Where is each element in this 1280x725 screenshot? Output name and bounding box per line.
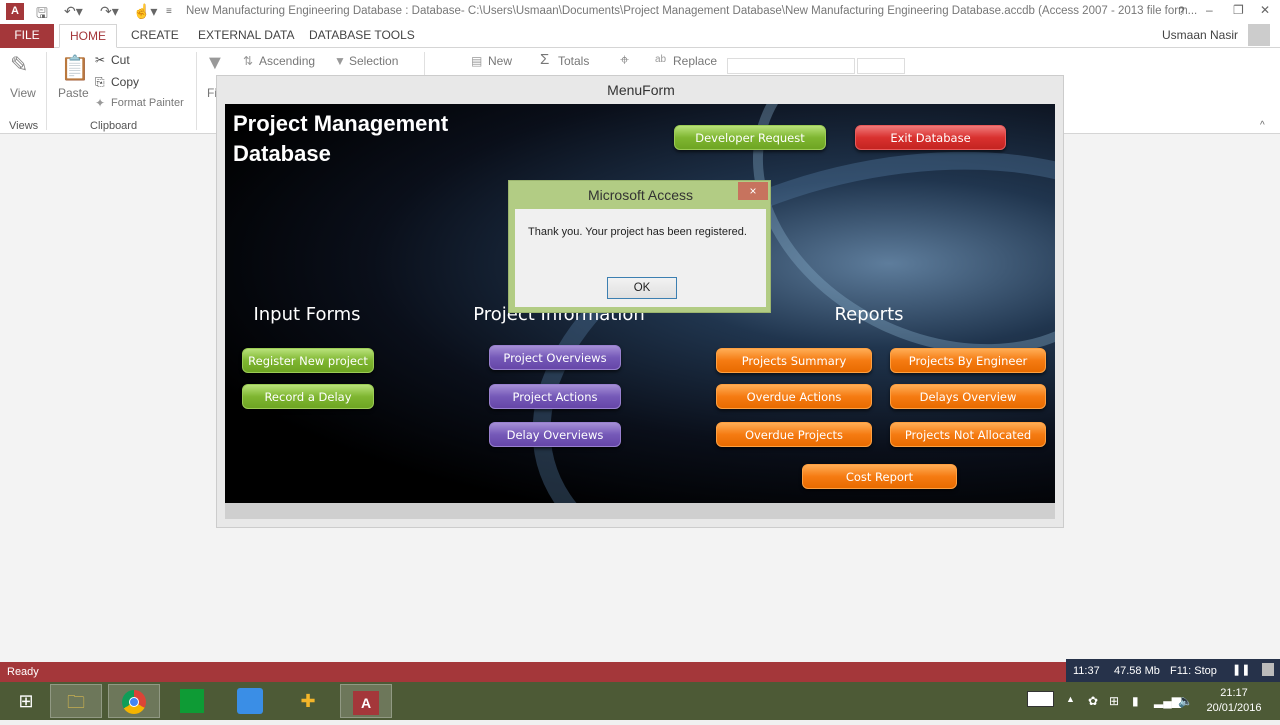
view-icon: ✎ [10, 52, 29, 77]
undo-icon[interactable]: ↶▾ [64, 3, 83, 20]
paste-icon: 📋 [60, 55, 90, 82]
stop-recording-button[interactable]: F11: Stop [1170, 665, 1217, 677]
recording-time: 11:37 [1073, 665, 1100, 677]
pause-icon[interactable]: ❚❚ [1232, 663, 1250, 676]
clock-time: 21:17 [1220, 687, 1248, 699]
volume-icon[interactable]: 🔈 [1178, 694, 1193, 708]
tab-external-data[interactable]: EXTERNAL DATA [188, 24, 304, 48]
access-taskbar-icon[interactable]: A [340, 684, 392, 718]
font-size-select[interactable] [857, 58, 905, 74]
paste-button[interactable]: Paste [58, 86, 89, 100]
collapse-ribbon-icon[interactable]: ^ [1260, 120, 1265, 131]
projects-by-engineer-button[interactable]: Projects By Engineer [890, 348, 1046, 373]
redo-icon[interactable]: ↷▾ [100, 3, 119, 20]
battery-icon[interactable]: ▮ [1132, 694, 1139, 708]
view-button[interactable]: View [10, 86, 36, 100]
file-explorer-icon[interactable]: 🗀 [50, 684, 102, 718]
tab-create[interactable]: CREATE [121, 24, 189, 48]
replace-button[interactable]: Replace [673, 54, 717, 68]
form-footer [225, 503, 1055, 519]
show-hidden-icons[interactable]: ▲ [1066, 694, 1075, 704]
tab-file[interactable]: FILE [0, 24, 54, 48]
clock[interactable]: 21:17 20/01/2016 [1200, 686, 1268, 716]
new-record-icon: ▤ [471, 54, 483, 68]
stop-icon[interactable] [1262, 663, 1274, 676]
form-heading-line1: Project Management [233, 111, 449, 136]
filter-icon: ▼ [205, 52, 225, 74]
clock-date: 20/01/2016 [1206, 702, 1262, 714]
tab-home[interactable]: HOME [59, 24, 117, 48]
register-new-project-button[interactable]: Register New project [242, 348, 374, 373]
store-icon[interactable] [166, 684, 218, 718]
section-input-forms: Input Forms [253, 304, 361, 325]
projects-not-allocated-button[interactable]: Projects Not Allocated [890, 422, 1046, 447]
games-icon[interactable]: ✚ [282, 684, 334, 718]
font-name-select[interactable] [727, 58, 855, 74]
copy-icon: ⎘ [95, 75, 105, 89]
network-icon[interactable]: ▂▄▆ [1154, 694, 1181, 708]
format-painter-button[interactable]: Format Painter [111, 97, 184, 109]
project-actions-button[interactable]: Project Actions [489, 384, 621, 409]
sort-ascending-icon: ⇅ [243, 54, 254, 68]
form-title: MenuForm [607, 82, 675, 98]
dialog-message: Thank you. Your project has been registe… [528, 226, 747, 238]
user-name[interactable]: Usmaan Nasir [1162, 28, 1238, 42]
tab-database-tools[interactable]: DATABASE TOOLS [299, 24, 425, 48]
customize-toolbar-icon[interactable]: ≡ [166, 6, 172, 17]
recorder-bar: 11:37 47.58 Mb F11: Stop ❚❚ [1066, 659, 1280, 682]
snipping-tool-icon[interactable] [224, 684, 276, 718]
selection-button[interactable]: Selection [349, 54, 398, 68]
find-icon: ⌖ [620, 52, 630, 69]
minimize-icon[interactable]: – [1206, 3, 1213, 17]
restore-icon[interactable]: ❐ [1233, 3, 1244, 17]
ascending-button[interactable]: Ascending [259, 54, 315, 68]
access-app-icon[interactable]: A [6, 3, 24, 20]
new-button[interactable]: New [488, 54, 512, 68]
title-bar: A 🖫 ↶▾ ↷▾ ☝▾ ≡ New Manufacturing Enginee… [0, 0, 1280, 24]
dialog-title: Microsoft Access [587, 187, 694, 203]
window-title: New Manufacturing Engineering Database :… [186, 5, 1198, 17]
cut-icon: ✂ [95, 53, 106, 67]
record-delay-button[interactable]: Record a Delay [242, 384, 374, 409]
start-windows-icon[interactable]: ⊞ [0, 684, 52, 718]
overdue-projects-button[interactable]: Overdue Projects [716, 422, 872, 447]
taskbar: ⊞ 🗀 ✚ A ▲ ✿ ⊞ ▮ ▂▄▆ 🔈 21:17 20/01/2016 [0, 682, 1280, 720]
form-heading-line2: Database [233, 141, 331, 166]
recording-size: 47.58 Mb [1114, 665, 1160, 677]
delays-overview-button[interactable]: Delays Overview [890, 384, 1046, 409]
totals-button[interactable]: Totals [558, 54, 589, 68]
replace-icon: ab [655, 54, 667, 65]
selection-filter-icon: ▼ [334, 54, 346, 68]
clipboard-group-label: Clipboard [90, 120, 138, 132]
status-text: Ready [7, 666, 39, 678]
section-reports: Reports [834, 304, 904, 325]
projects-summary-button[interactable]: Projects Summary [716, 348, 872, 373]
dialog-close-button[interactable]: × [738, 182, 768, 200]
views-group-label: Views [9, 120, 39, 132]
cost-report-button[interactable]: Cost Report [802, 464, 957, 489]
developer-request-button[interactable]: Developer Request [674, 125, 826, 150]
sync-icon[interactable]: ✿ [1088, 694, 1098, 708]
project-overviews-button[interactable]: Project Overviews [489, 345, 621, 370]
cut-button[interactable]: Cut [111, 53, 130, 67]
keyboard-icon[interactable] [1027, 691, 1054, 707]
copy-button[interactable]: Copy [111, 75, 139, 89]
help-icon[interactable]: ? [1178, 4, 1185, 18]
delay-overviews-button[interactable]: Delay Overviews [489, 422, 621, 447]
windows-tray-icon[interactable]: ⊞ [1109, 694, 1119, 708]
totals-icon: Σ [540, 51, 550, 68]
message-dialog: Microsoft Access × Thank you. Your proje… [508, 180, 771, 313]
ribbon-tabs: FILE HOME CREATE EXTERNAL DATA DATABASE … [0, 24, 1280, 48]
format-painter-icon: ✦ [95, 96, 106, 110]
close-icon[interactable]: ✕ [1260, 3, 1270, 17]
chrome-icon[interactable] [108, 684, 160, 718]
overdue-actions-button[interactable]: Overdue Actions [716, 384, 872, 409]
exit-database-button[interactable]: Exit Database [855, 125, 1006, 150]
dialog-body: Thank you. Your project has been registe… [515, 209, 766, 307]
ok-button[interactable]: OK [607, 277, 677, 299]
user-avatar[interactable] [1248, 24, 1270, 46]
touch-mode-icon[interactable]: ☝▾ [133, 3, 157, 20]
